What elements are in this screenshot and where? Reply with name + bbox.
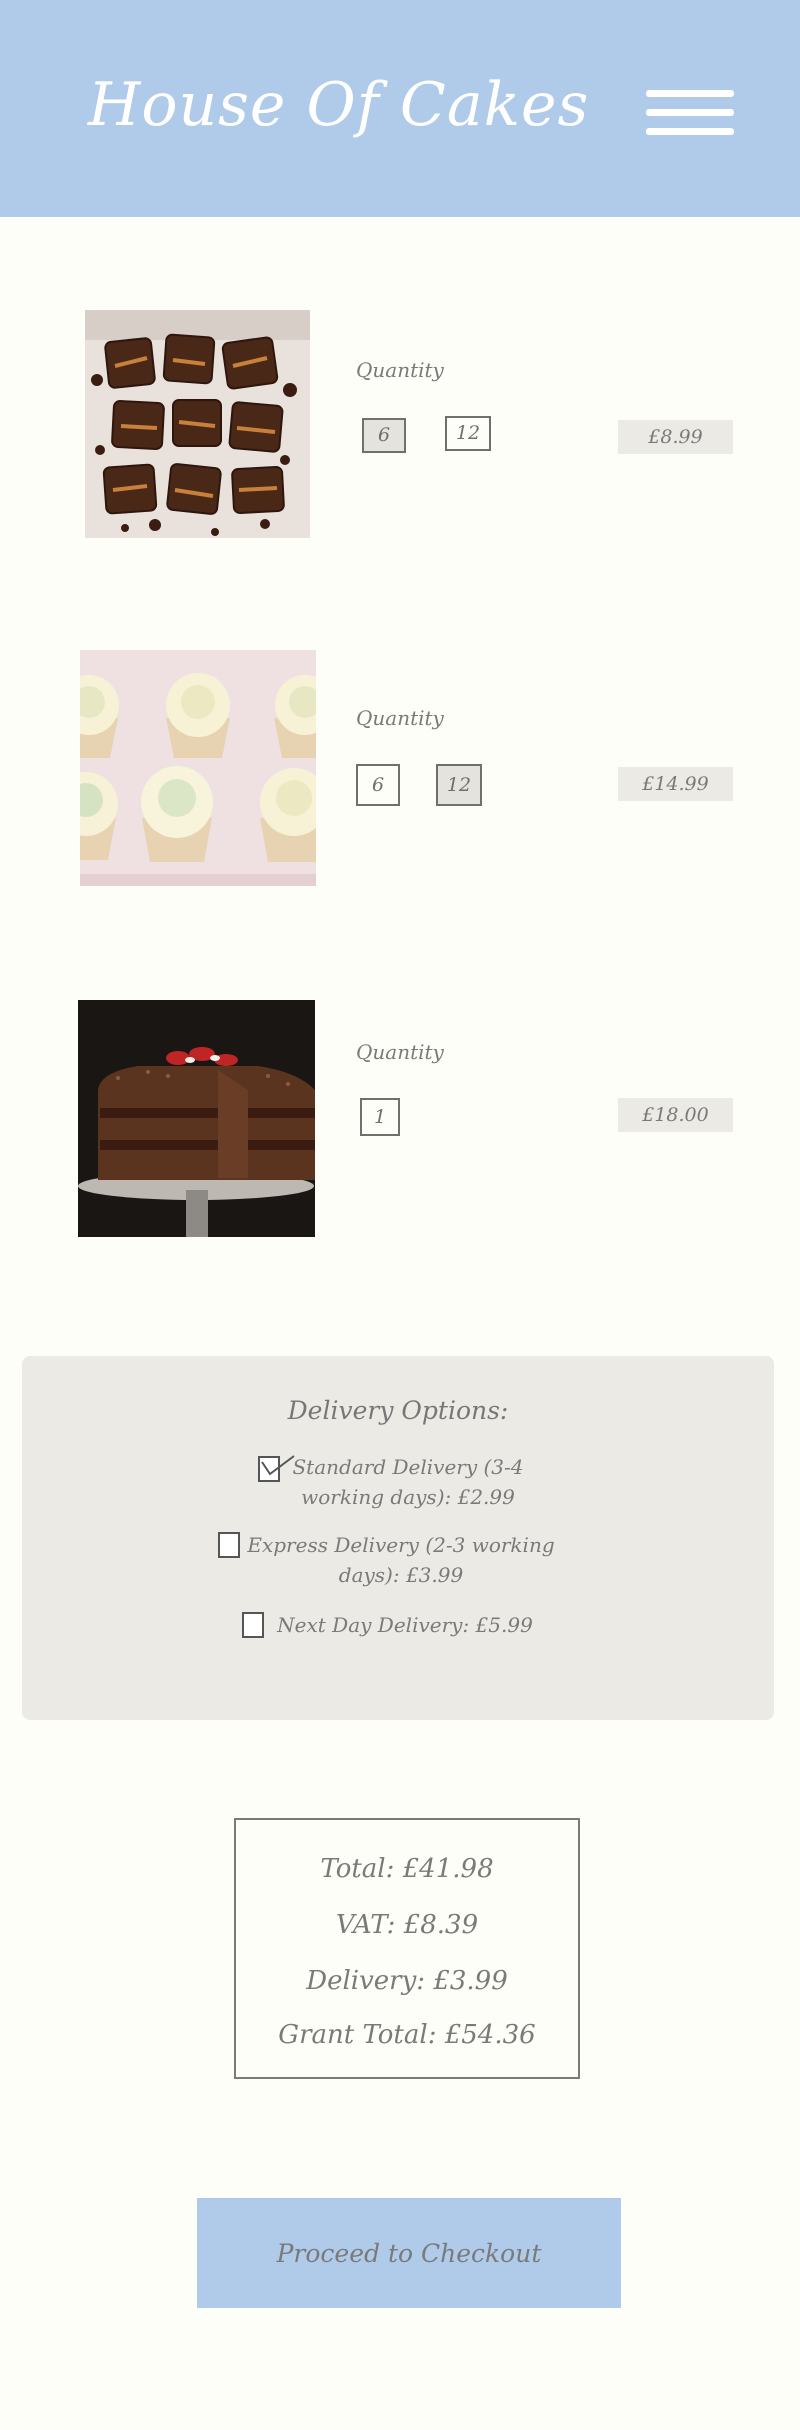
total-amount: Total: £41.98 (320, 1854, 494, 1884)
next-day-delivery-checkbox[interactable] (242, 1612, 264, 1638)
express-delivery-label[interactable]: Express Delivery (2-3 working days): £3.… (246, 1530, 556, 1590)
delivery-options-panel: Delivery Options: Standard Delivery (3-4… (22, 1356, 774, 1720)
grand-total-amount: Grant Total: £54.36 (278, 2020, 536, 2050)
quantity-label: Quantity (356, 358, 444, 382)
order-totals-box: Total: £41.98 VAT: £8.39 Delivery: £3.99… (234, 1818, 580, 2079)
standard-delivery-label-line1: Standard Delivery (3-4 (292, 1455, 524, 1479)
next-day-delivery-label[interactable]: Next Day Delivery: £5.99 (270, 1610, 540, 1640)
menu-bar (646, 128, 734, 135)
quantity-option-12[interactable]: 12 (436, 764, 482, 806)
standard-delivery-label[interactable]: Standard Delivery (3-4 working days): £2… (278, 1452, 538, 1512)
quantity-option-12[interactable]: 12 (445, 416, 491, 451)
hamburger-menu-icon[interactable] (646, 90, 734, 136)
delivery-amount: Delivery: £3.99 (306, 1966, 508, 1996)
menu-bar (646, 109, 734, 116)
menu-bar (646, 90, 734, 97)
price-label: £18.00 (618, 1098, 733, 1132)
quantity-label: Quantity (356, 706, 444, 730)
next-day-delivery-label-line1: Next Day Delivery: £5.99 (277, 1613, 533, 1637)
cupcakes-image (80, 650, 316, 886)
quantity-option-6[interactable]: 6 (356, 764, 400, 806)
standard-delivery-checkbox[interactable] (258, 1455, 295, 1482)
chocolate-layer-cake-image (78, 1000, 315, 1237)
express-delivery-label-line2: days): £3.99 (338, 1563, 464, 1587)
express-delivery-label-line1: Express Delivery (2-3 working (247, 1533, 555, 1557)
chocolate-brownies-image (85, 310, 310, 538)
quantity-label: Quantity (356, 1040, 444, 1064)
standard-delivery-label-line2: working days): £2.99 (301, 1485, 515, 1509)
price-label: £14.99 (618, 767, 733, 801)
brand-title[interactable]: House Of Cakes (88, 70, 589, 140)
quantity-option-6[interactable]: 6 (362, 418, 406, 453)
express-delivery-checkbox[interactable] (218, 1532, 240, 1558)
quantity-option-1[interactable]: 1 (360, 1098, 400, 1136)
vat-amount: VAT: £8.39 (335, 1910, 479, 1940)
site-header: House Of Cakes (0, 0, 800, 217)
price-label: £8.99 (618, 420, 733, 454)
proceed-to-checkout-button[interactable]: Proceed to Checkout (197, 2198, 621, 2308)
delivery-options-title: Delivery Options: (287, 1396, 509, 1425)
